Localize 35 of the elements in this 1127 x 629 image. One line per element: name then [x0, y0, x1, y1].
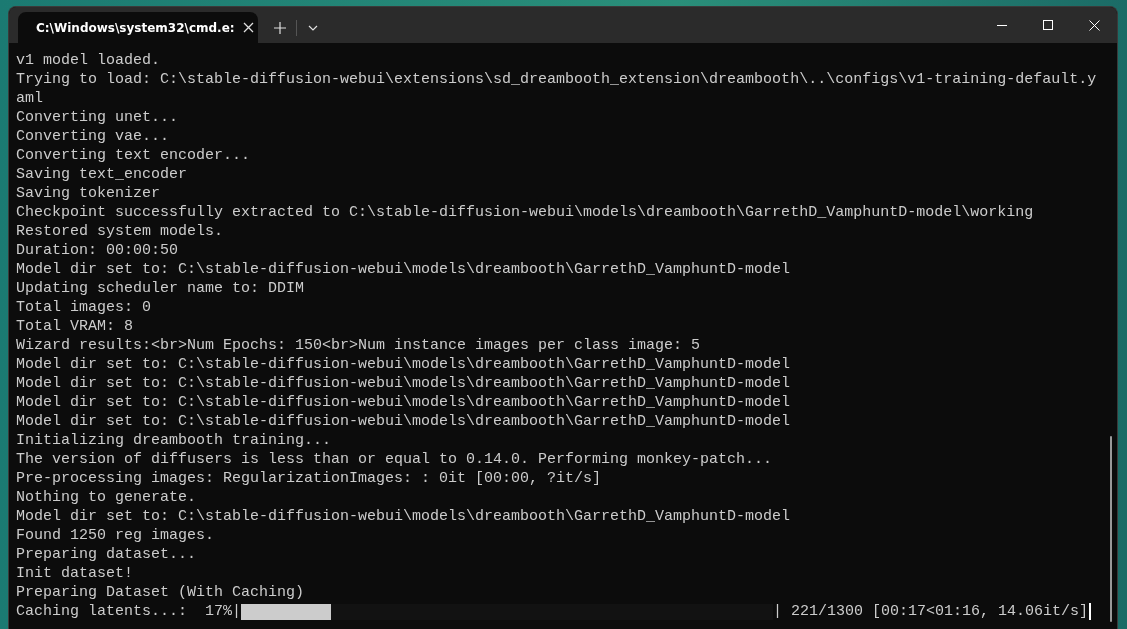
terminal-line: v1 model loaded. [16, 51, 162, 70]
terminal-line: Wizard results:<br>Num Epochs: 150<br>Num instance images per class image: 5 [16, 336, 702, 355]
terminal-line: Restored system models. [16, 222, 225, 241]
terminal-line: Initializing dreambooth training... [16, 431, 333, 450]
terminal-line: Preparing Dataset (With Caching) [16, 583, 306, 602]
progress-stats: | 221/1300 [00:17<01:16, 14.06it/s] [773, 602, 1089, 621]
terminal-line: Saving tokenizer [16, 184, 162, 203]
terminal-line: Trying to load: C:\stable-diffusion-webui\extensions\sd_dreambooth_extension\dreambooth\..\configs\v1-training-default.y [16, 70, 1098, 89]
terminal-tab[interactable]: C:\Windows\system32\cmd.e: [18, 12, 258, 43]
terminal-line: Total VRAM: 8 [16, 317, 135, 336]
terminal-line: The version of diffusers is less than or equal to 0.14.0. Performing monkey-patch... [16, 450, 774, 469]
terminal-line: Pre-processing images: RegularizationImages: : 0it [00:00, ?it/s] [16, 469, 603, 488]
terminal-line: Saving text_encoder [16, 165, 189, 184]
terminal-line: Preparing dataset... [16, 545, 198, 564]
terminal-line: Converting text encoder... [16, 146, 252, 165]
terminal-line: Model dir set to: C:\stable-diffusion-webui\models\dreambooth\GarrethD_VamphuntD-model [16, 374, 792, 393]
scrollbar-thumb[interactable] [1110, 436, 1112, 622]
terminal-line: Checkpoint successfully extracted to C:\stable-diffusion-webui\models\dreambooth\GarrethD_VamphuntD-model\working [16, 203, 1035, 222]
text-cursor [1089, 603, 1092, 620]
terminal-line: Total images: 0 [16, 298, 153, 317]
terminal-line: Updating scheduler name to: DDIM [16, 279, 306, 298]
terminal-line: Model dir set to: C:\stable-diffusion-webui\models\dreambooth\GarrethD_VamphuntD-model [16, 260, 792, 279]
terminal-line: Model dir set to: C:\stable-diffusion-webui\models\dreambooth\GarrethD_VamphuntD-model [16, 507, 792, 526]
terminal-line: Model dir set to: C:\stable-diffusion-webui\models\dreambooth\GarrethD_VamphuntD-model [16, 355, 792, 374]
terminal-line: Duration: 00:00:50 [16, 241, 180, 260]
progress-label: Caching latents...: 17%| [16, 602, 242, 621]
terminal-line: Model dir set to: C:\stable-diffusion-webui\models\dreambooth\GarrethD_VamphuntD-model [16, 412, 792, 431]
terminal-line: aml [16, 89, 44, 108]
terminal-line: Model dir set to: C:\stable-diffusion-webui\models\dreambooth\GarrethD_VamphuntD-model [16, 393, 792, 412]
terminal-line: Found 1250 reg images. [16, 526, 216, 545]
terminal-line: Converting vae... [16, 127, 171, 146]
terminal-line: Nothing to generate. [16, 488, 198, 507]
terminal-line: Converting unet... [16, 108, 180, 127]
terminal-line: Init dataset! [16, 564, 135, 583]
tab-title: C:\Windows\system32\cmd.e: [36, 20, 235, 35]
